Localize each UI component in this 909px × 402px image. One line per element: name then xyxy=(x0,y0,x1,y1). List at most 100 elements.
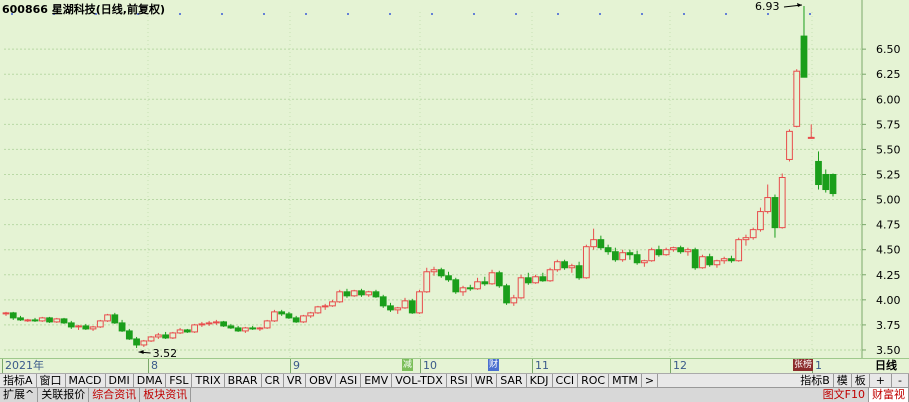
toolbar-item[interactable]: KDJ xyxy=(527,374,553,387)
candle-up xyxy=(459,287,467,293)
kline-chart-panel[interactable]: 6.50 6.25 6.00 5.75 5.50 5.25 5.00 4.75 4.50 4.25… xyxy=(0,0,909,358)
candle-up xyxy=(568,265,576,269)
month-label-12: 12 xyxy=(670,359,687,373)
marker-dot xyxy=(767,13,769,15)
toolbar-item[interactable]: FSL xyxy=(166,374,193,387)
candle-down xyxy=(706,256,714,266)
candle-up xyxy=(590,239,597,248)
candle-up xyxy=(307,312,315,317)
candle-down xyxy=(452,279,460,293)
candle-down xyxy=(561,261,568,269)
candle-up xyxy=(2,312,10,315)
zoom-out-button[interactable]: - xyxy=(892,374,909,388)
candle-down xyxy=(771,197,779,229)
candle-up xyxy=(742,237,750,241)
toolbar-item[interactable]: DMA xyxy=(134,374,167,387)
toolbar-item[interactable]: BRAR xyxy=(225,374,262,387)
toolbar-item[interactable]: VOL-TDX xyxy=(392,374,447,387)
month-label-8: 8 xyxy=(148,359,158,373)
candle-up xyxy=(300,315,307,323)
y-tick-label: 4.00 xyxy=(876,294,901,307)
candle-down xyxy=(481,281,489,285)
event-tag-finance[interactable]: 财 xyxy=(488,359,500,371)
zoom-in-button[interactable]: + xyxy=(870,374,893,388)
candle-up xyxy=(213,321,220,324)
marker-dot xyxy=(599,13,601,15)
toolbar-item[interactable]: TRIX xyxy=(192,374,225,387)
candle-down xyxy=(604,247,612,253)
toolbar-item[interactable]: MTM xyxy=(609,374,642,387)
period-label[interactable]: 日线 xyxy=(875,359,897,372)
candle-up xyxy=(147,336,155,342)
tab-wealth-view[interactable]: 财富视 xyxy=(869,388,909,402)
marker-dot xyxy=(725,13,727,15)
candle-up xyxy=(699,256,706,269)
toolbar-more-button[interactable]: > xyxy=(642,374,659,387)
y-tick-label: 5.50 xyxy=(876,143,901,156)
candle-up xyxy=(169,332,177,339)
candle-down xyxy=(220,321,228,327)
low-label: 3.52 xyxy=(153,347,178,358)
stock-name: 星湖科技 xyxy=(51,3,96,16)
candle-down xyxy=(800,35,808,78)
stock-code: 600866 xyxy=(2,3,48,16)
y-tick-label: 6.25 xyxy=(876,68,901,81)
toolbar-indicator-b[interactable]: 指标B xyxy=(797,374,834,388)
toolbar-item[interactable]: ROC xyxy=(578,374,610,387)
candle-down xyxy=(358,290,365,296)
candle-up xyxy=(176,329,184,334)
candle-up xyxy=(242,327,249,332)
y-tick-label: 5.25 xyxy=(876,168,901,181)
toolbar-item[interactable]: ASI xyxy=(336,374,362,387)
candle-up xyxy=(198,323,206,326)
toolbar-template[interactable]: 模 xyxy=(834,374,852,388)
candle-down xyxy=(437,269,445,277)
event-tag-board[interactable]: 张榜 xyxy=(793,359,814,371)
candle-down xyxy=(829,173,837,195)
marker-dot xyxy=(305,13,307,15)
candle-up xyxy=(619,252,626,261)
tab-comprehensive-info[interactable]: 综合资讯 xyxy=(89,388,141,402)
toolbar-item[interactable]: WR xyxy=(472,374,498,387)
candle-up xyxy=(416,291,423,314)
kline-chart[interactable]: 6.50 6.25 6.00 5.75 5.50 5.25 5.00 4.75 4.50 4.25… xyxy=(0,0,909,358)
candle-down xyxy=(234,327,242,332)
candle-down xyxy=(9,312,17,319)
toolbar-board[interactable]: 板 xyxy=(852,374,870,388)
tab-f10[interactable]: 图文F10 xyxy=(820,388,869,402)
candle-up xyxy=(582,246,590,279)
tab-related-quotes[interactable]: 关联报价 xyxy=(38,388,90,402)
candle-down xyxy=(728,258,735,262)
time-axis: 2021年 8 9 10 11 12 1 减 财 张榜 日线 xyxy=(0,358,909,373)
candle-down xyxy=(524,277,532,284)
tab-sector-info[interactable]: 板块资讯 xyxy=(140,388,192,402)
candle-up xyxy=(191,324,198,333)
chart-title: 600866 星湖科技(日线,前复权) xyxy=(2,1,165,17)
toolbar-item[interactable]: VR xyxy=(284,374,307,387)
toolbar-item[interactable]: EMV xyxy=(361,374,393,387)
toolbar-item[interactable]: OBV xyxy=(306,374,337,387)
toolbar-item[interactable]: 窗口 xyxy=(37,374,66,387)
candle-up xyxy=(38,317,46,322)
candle-up xyxy=(807,136,815,139)
toolbar-item[interactable]: SAR xyxy=(497,374,527,387)
candle-down xyxy=(111,314,119,324)
candle-up xyxy=(256,327,264,330)
toolbar-item[interactable]: DMI xyxy=(106,374,134,387)
candle-up xyxy=(510,297,518,304)
candle-up xyxy=(329,301,336,307)
toolbar-item[interactable]: CR xyxy=(262,374,284,387)
tab-expand[interactable]: 扩展^ xyxy=(0,388,39,402)
candle-up xyxy=(430,269,438,273)
toolbar-item[interactable]: MACD xyxy=(66,374,106,387)
month-label-10: 10 xyxy=(420,359,437,373)
toolbar-item[interactable]: RSI xyxy=(447,374,472,387)
event-tag-reduce[interactable]: 减 xyxy=(402,359,414,371)
marker-dot xyxy=(389,13,391,15)
marker-dot xyxy=(809,13,811,15)
candle-up xyxy=(423,271,431,293)
toolbar-item[interactable]: CCI xyxy=(553,374,579,387)
chart-background xyxy=(0,0,909,358)
toolbar-item[interactable]: 指标A xyxy=(0,374,37,387)
candle-up xyxy=(764,197,772,213)
